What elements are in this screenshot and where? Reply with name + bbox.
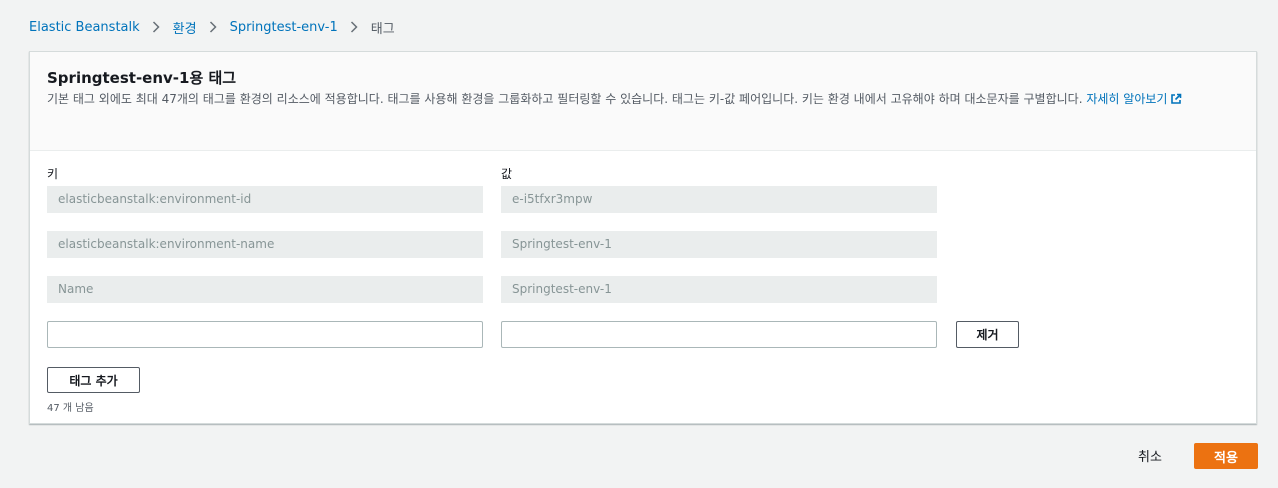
chevron-right-icon (197, 21, 230, 33)
breadcrumb-current-tags: 태그 (370, 21, 395, 37)
remaining-tags-count: 47 개 남음 (47, 403, 94, 414)
value-column-label: 값 (501, 167, 513, 181)
chevron-right-icon (140, 21, 173, 33)
breadcrumb-elastic-beanstalk[interactable]: Elastic Beanstalk (29, 20, 140, 35)
new-tag-key-input[interactable] (47, 321, 483, 348)
tag-value-readonly: Springtest-env-1 (501, 276, 937, 303)
tag-key-readonly: elasticbeanstalk:environment-name (47, 231, 483, 258)
tag-value-readonly: e-i5tfxr3mpw (501, 186, 937, 213)
tag-value-readonly: Springtest-env-1 (501, 231, 937, 258)
external-link-icon (1170, 92, 1182, 111)
tags-panel: Springtest-env-1용 태그 기본 태그 외에도 최대 47개의 태… (29, 51, 1257, 424)
breadcrumb-environments[interactable]: 환경 (173, 18, 197, 37)
cancel-button[interactable]: 취소 (1138, 446, 1162, 465)
remove-tag-button[interactable]: 제거 (956, 321, 1019, 348)
tag-key-readonly: elasticbeanstalk:environment-id (47, 186, 483, 213)
chevron-right-icon (338, 21, 371, 33)
breadcrumb-environment-name[interactable]: Springtest-env-1 (230, 20, 338, 35)
learn-more-link[interactable]: 자세히 알아보기 (1086, 92, 1182, 106)
description-text: 기본 태그 외에도 최대 47개의 태그를 환경의 리소스에 적용합니다. 태그… (47, 92, 1083, 106)
new-tag-value-input[interactable] (501, 321, 937, 348)
panel-title: Springtest-env-1용 태그 (47, 69, 237, 87)
key-column-label: 키 (47, 167, 59, 181)
breadcrumb: Elastic Beanstalk 환경 Springtest-env-1 태그 (29, 17, 395, 37)
tag-key-readonly: Name (47, 276, 483, 303)
panel-header: Springtest-env-1용 태그 기본 태그 외에도 최대 47개의 태… (30, 52, 1256, 151)
panel-description: 기본 태그 외에도 최대 47개의 태그를 환경의 리소스에 적용합니다. 태그… (47, 90, 1247, 111)
add-tag-button[interactable]: 태그 추가 (47, 367, 140, 393)
learn-more-label: 자세히 알아보기 (1086, 92, 1168, 106)
apply-button[interactable]: 적용 (1194, 443, 1258, 469)
